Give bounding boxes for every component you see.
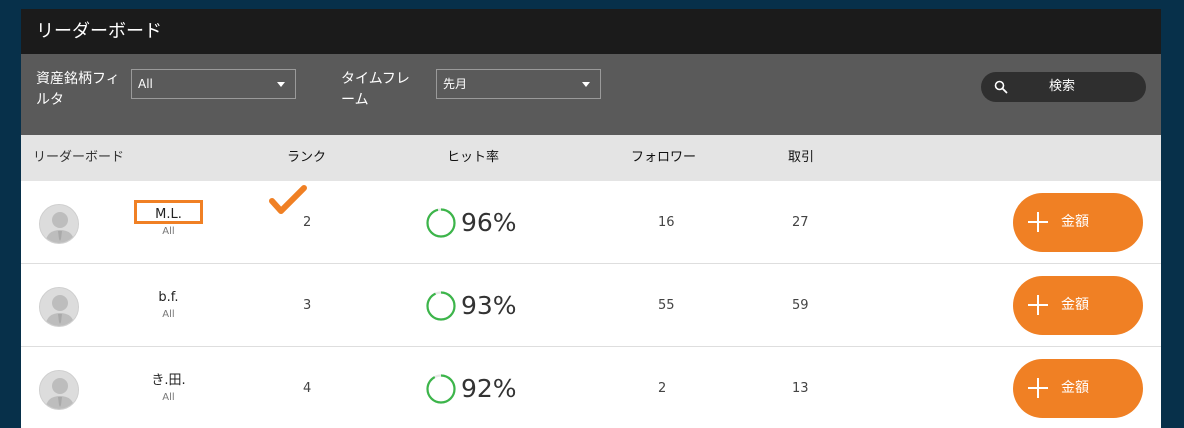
column-header-followers: フォロワー bbox=[631, 150, 697, 165]
column-header-trades: 取引 bbox=[788, 150, 815, 165]
asset-filter-select[interactable]: All bbox=[131, 69, 296, 99]
followers-value: 55 bbox=[658, 298, 675, 313]
table-row[interactable]: M.L. All 2 96% 16 27 金額 bbox=[21, 181, 1161, 264]
timeframe-select[interactable]: 先月 bbox=[436, 69, 601, 99]
filter-bar: 資産銘柄フィルタ All タイムフレーム 先月 検索 bbox=[21, 54, 1161, 135]
asset-filter-label: 資産銘柄フィルタ bbox=[36, 71, 120, 108]
hit-rate-ring bbox=[426, 291, 456, 321]
timeframe-value: 先月 bbox=[443, 77, 468, 91]
search-icon bbox=[994, 80, 1008, 94]
user-avatar-icon bbox=[40, 205, 78, 243]
trader-cell[interactable]: M.L. All bbox=[121, 207, 216, 238]
user-avatar-icon bbox=[40, 371, 78, 409]
trades-value: 27 bbox=[792, 215, 809, 230]
column-header-rank: ランク bbox=[287, 150, 327, 165]
trader-name[interactable]: き.田. bbox=[121, 373, 216, 389]
timeframe-label: タイムフレーム bbox=[341, 71, 410, 108]
trader-filter: All bbox=[162, 309, 175, 320]
user-avatar-icon bbox=[40, 288, 78, 326]
hit-rate-value: 93% bbox=[461, 291, 517, 320]
search-button[interactable]: 検索 bbox=[981, 72, 1146, 102]
rank-value: 3 bbox=[303, 298, 312, 313]
hit-rate-value: 96% bbox=[461, 208, 517, 237]
trades-value: 59 bbox=[792, 298, 809, 313]
rank-value: 2 bbox=[303, 215, 312, 230]
table-header: リーダーボード ランク ヒット率 フォロワー 取引 bbox=[21, 135, 1161, 181]
avatar[interactable] bbox=[39, 204, 79, 244]
trader-cell[interactable]: き.田. All bbox=[121, 373, 216, 404]
page-title: リーダーボード bbox=[21, 9, 1161, 54]
rank-value: 4 bbox=[303, 381, 312, 396]
trades-value: 13 bbox=[792, 381, 809, 396]
chevron-down-icon bbox=[582, 82, 590, 87]
hit-rate-ring bbox=[426, 208, 456, 238]
leaderboard-panel: リーダーボード 資産銘柄フィルタ All タイムフレーム 先月 検索 リーダーボ… bbox=[21, 9, 1161, 428]
trader-cell[interactable]: b.f. All bbox=[121, 290, 216, 321]
amount-button-label: 金額 bbox=[1061, 297, 1089, 313]
column-header-hit-rate: ヒット率 bbox=[447, 150, 500, 165]
plus-icon bbox=[1028, 295, 1048, 315]
trader-filter: All bbox=[162, 226, 175, 237]
chevron-down-icon bbox=[277, 82, 285, 87]
followers-value: 2 bbox=[658, 381, 667, 396]
hit-rate-ring bbox=[426, 374, 456, 404]
asset-filter-value: All bbox=[138, 77, 153, 91]
table-row[interactable]: b.f. All 3 93% 55 59 金額 bbox=[21, 264, 1161, 347]
hit-rate-value: 92% bbox=[461, 374, 517, 403]
amount-button-label: 金額 bbox=[1061, 214, 1089, 230]
amount-button[interactable]: 金額 bbox=[1013, 359, 1143, 418]
plus-icon bbox=[1028, 378, 1048, 398]
followers-value: 16 bbox=[658, 215, 675, 230]
checkmark-icon bbox=[269, 185, 307, 214]
trader-filter: All bbox=[162, 392, 175, 403]
trader-name[interactable]: b.f. bbox=[121, 290, 216, 306]
amount-button[interactable]: 金額 bbox=[1013, 193, 1143, 252]
amount-button[interactable]: 金額 bbox=[1013, 276, 1143, 335]
avatar[interactable] bbox=[39, 287, 79, 327]
column-header-leaderboard: リーダーボード bbox=[33, 150, 125, 165]
search-label: 検索 bbox=[1049, 79, 1076, 94]
table-row[interactable]: き.田. All 4 92% 2 13 金額 bbox=[21, 347, 1161, 428]
trader-name[interactable]: M.L. bbox=[121, 207, 216, 223]
avatar[interactable] bbox=[39, 370, 79, 410]
plus-icon bbox=[1028, 212, 1048, 232]
amount-button-label: 金額 bbox=[1061, 380, 1089, 396]
